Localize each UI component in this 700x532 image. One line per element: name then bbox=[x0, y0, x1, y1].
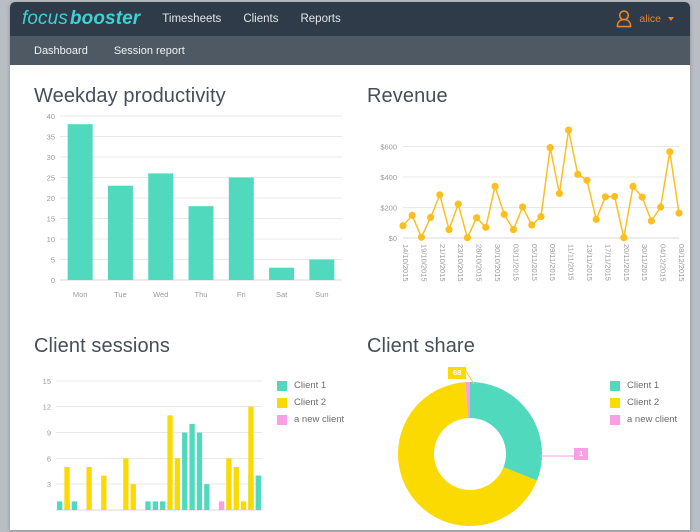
svg-text:$600: $600 bbox=[380, 142, 397, 151]
svg-text:14/10/2015: 14/10/2015 bbox=[401, 244, 410, 282]
svg-text:11/11/2015: 11/11/2015 bbox=[567, 244, 576, 280]
svg-text:03/11/2015: 03/11/2015 bbox=[511, 244, 520, 281]
nav-item-timesheets[interactable]: Timesheets bbox=[162, 13, 221, 25]
legend-item-share-a-new-client[interactable]: a new client bbox=[610, 414, 677, 425]
legend-item-share-client-2[interactable]: Client 2 bbox=[610, 397, 677, 408]
user-icon bbox=[615, 9, 633, 29]
page-title-client-share: Client share bbox=[367, 335, 475, 357]
legend-label-share-client-1: Client 1 bbox=[627, 380, 660, 391]
svg-text:28/10/2015: 28/10/2015 bbox=[475, 244, 484, 282]
app-window: focus booster Timesheets Clients Reports … bbox=[10, 2, 690, 530]
panel-client-share: Client share 68 1 Client 1 Client 2 a ne… bbox=[367, 335, 687, 526]
svg-text:Thu: Thu bbox=[195, 290, 208, 299]
svg-text:30/11/2015: 30/11/2015 bbox=[640, 244, 649, 281]
nav-item-reports[interactable]: Reports bbox=[300, 13, 340, 25]
user-menu[interactable]: alice bbox=[615, 2, 674, 36]
svg-text:5: 5 bbox=[51, 256, 55, 265]
logo-word-booster: booster bbox=[69, 8, 141, 29]
svg-text:05/11/2015: 05/11/2015 bbox=[530, 244, 539, 281]
svg-text:Wed: Wed bbox=[153, 290, 168, 299]
svg-text:13/11/2015: 13/11/2015 bbox=[585, 244, 594, 281]
svg-text:Sat: Sat bbox=[276, 290, 288, 299]
svg-text:09/11/2015: 09/11/2015 bbox=[548, 244, 557, 281]
svg-text:30: 30 bbox=[47, 153, 55, 162]
chart-client-sessions: 3 6 9 12 15 bbox=[43, 377, 262, 511]
page-title-client-sessions: Client sessions bbox=[34, 335, 171, 357]
svg-text:Sun: Sun bbox=[315, 290, 328, 299]
svg-text:Tue: Tue bbox=[114, 290, 127, 299]
svg-text:3: 3 bbox=[47, 480, 51, 489]
legend-label-share-a-new-client: a new client bbox=[627, 414, 678, 425]
legend-swatch-client-1 bbox=[277, 380, 287, 391]
svg-text:$400: $400 bbox=[380, 173, 397, 182]
chart-revenue: $0 $200 $400 $600 14/10/2015 19/10/2015 21/10/… bbox=[380, 126, 686, 282]
svg-text:6: 6 bbox=[47, 454, 51, 463]
subnav-item-dashboard[interactable]: Dashboard bbox=[34, 45, 88, 57]
svg-text:40: 40 bbox=[47, 112, 55, 121]
svg-text:17/11/2015: 17/11/2015 bbox=[603, 244, 612, 281]
svg-text:Fri: Fri bbox=[237, 290, 246, 299]
legend-item-client-1[interactable]: Client 1 bbox=[277, 380, 344, 391]
svg-text:04/12/2015: 04/12/2015 bbox=[659, 244, 668, 282]
legend-label-client-2: Client 2 bbox=[294, 397, 327, 408]
panel-client-sessions: Client sessions 3 6 9 12 15 Client 1 Client … bbox=[34, 335, 354, 516]
svg-text:08/12/2015: 08/12/2015 bbox=[677, 244, 686, 282]
top-navigation-bar: focus booster Timesheets Clients Reports … bbox=[10, 2, 690, 36]
legend-swatch-share-a-new-client bbox=[610, 414, 620, 425]
svg-text:9: 9 bbox=[47, 429, 51, 438]
legend-label-a-new-client: a new client bbox=[294, 414, 345, 425]
svg-text:35: 35 bbox=[47, 133, 55, 142]
svg-text:0: 0 bbox=[51, 276, 55, 285]
legend-swatch-share-client-1 bbox=[610, 380, 620, 391]
chart-client-share bbox=[398, 367, 580, 526]
panel-revenue: Revenue $0 $200 $400 $600 14/10/2015 19/10/20… bbox=[367, 85, 687, 323]
primary-nav: Timesheets Clients Reports bbox=[162, 13, 340, 25]
svg-text:19/10/2015: 19/10/2015 bbox=[419, 244, 428, 282]
svg-text:25: 25 bbox=[47, 174, 55, 183]
svg-text:$200: $200 bbox=[380, 203, 397, 212]
donut-data-label-a-new-client: 1 bbox=[574, 448, 589, 460]
svg-text:$0: $0 bbox=[389, 234, 397, 243]
svg-text:10: 10 bbox=[47, 235, 55, 244]
chevron-down-icon bbox=[668, 17, 674, 21]
svg-text:21/10/2015: 21/10/2015 bbox=[438, 244, 447, 282]
legend-item-client-2[interactable]: Client 2 bbox=[277, 397, 344, 408]
legend-swatch-client-2 bbox=[277, 397, 287, 408]
svg-text:12: 12 bbox=[43, 403, 51, 412]
page-title-weekday-productivity: Weekday productivity bbox=[34, 85, 226, 107]
legend-client-share: Client 1 Client 2 a new client bbox=[610, 380, 677, 431]
svg-text:30/10/2015: 30/10/2015 bbox=[493, 244, 502, 282]
svg-text:Mon: Mon bbox=[73, 290, 88, 299]
page-title-revenue: Revenue bbox=[367, 85, 448, 107]
panel-weekday-productivity: Weekday productivity 0 5 10 15 20 25 30 35 40 Mon… bbox=[34, 85, 344, 318]
legend-swatch-a-new-client bbox=[277, 414, 287, 425]
legend-client-sessions: Client 1 Client 2 a new client bbox=[277, 380, 344, 431]
svg-text:20: 20 bbox=[47, 194, 55, 203]
subnav-item-session-report[interactable]: Session report bbox=[114, 45, 185, 57]
dashboard-content: Weekday productivity 0 5 10 15 20 25 30 35 40 Mon… bbox=[10, 65, 690, 530]
svg-text:15: 15 bbox=[47, 215, 55, 224]
legend-label-share-client-2: Client 2 bbox=[627, 397, 660, 408]
app-logo[interactable]: focus booster bbox=[22, 8, 140, 30]
svg-text:15: 15 bbox=[43, 377, 51, 386]
nav-item-clients[interactable]: Clients bbox=[243, 13, 278, 25]
legend-item-a-new-client[interactable]: a new client bbox=[277, 414, 344, 425]
username-label: alice bbox=[639, 13, 661, 25]
svg-text:23/10/2015: 23/10/2015 bbox=[456, 244, 465, 282]
donut-data-label-client-2: 68 bbox=[448, 367, 467, 379]
chart-weekday-productivity: 0 5 10 15 20 25 30 35 40 Mon Tue Wed Thu Fri Sat Sun bbox=[47, 112, 342, 299]
svg-text:20/11/2015: 20/11/2015 bbox=[622, 244, 631, 281]
logo-word-focus: focus bbox=[22, 8, 68, 29]
secondary-navigation-bar: Dashboard Session report bbox=[10, 36, 690, 65]
legend-item-share-client-1[interactable]: Client 1 bbox=[610, 380, 677, 391]
legend-swatch-share-client-2 bbox=[610, 397, 620, 408]
legend-label-client-1: Client 1 bbox=[294, 380, 327, 391]
